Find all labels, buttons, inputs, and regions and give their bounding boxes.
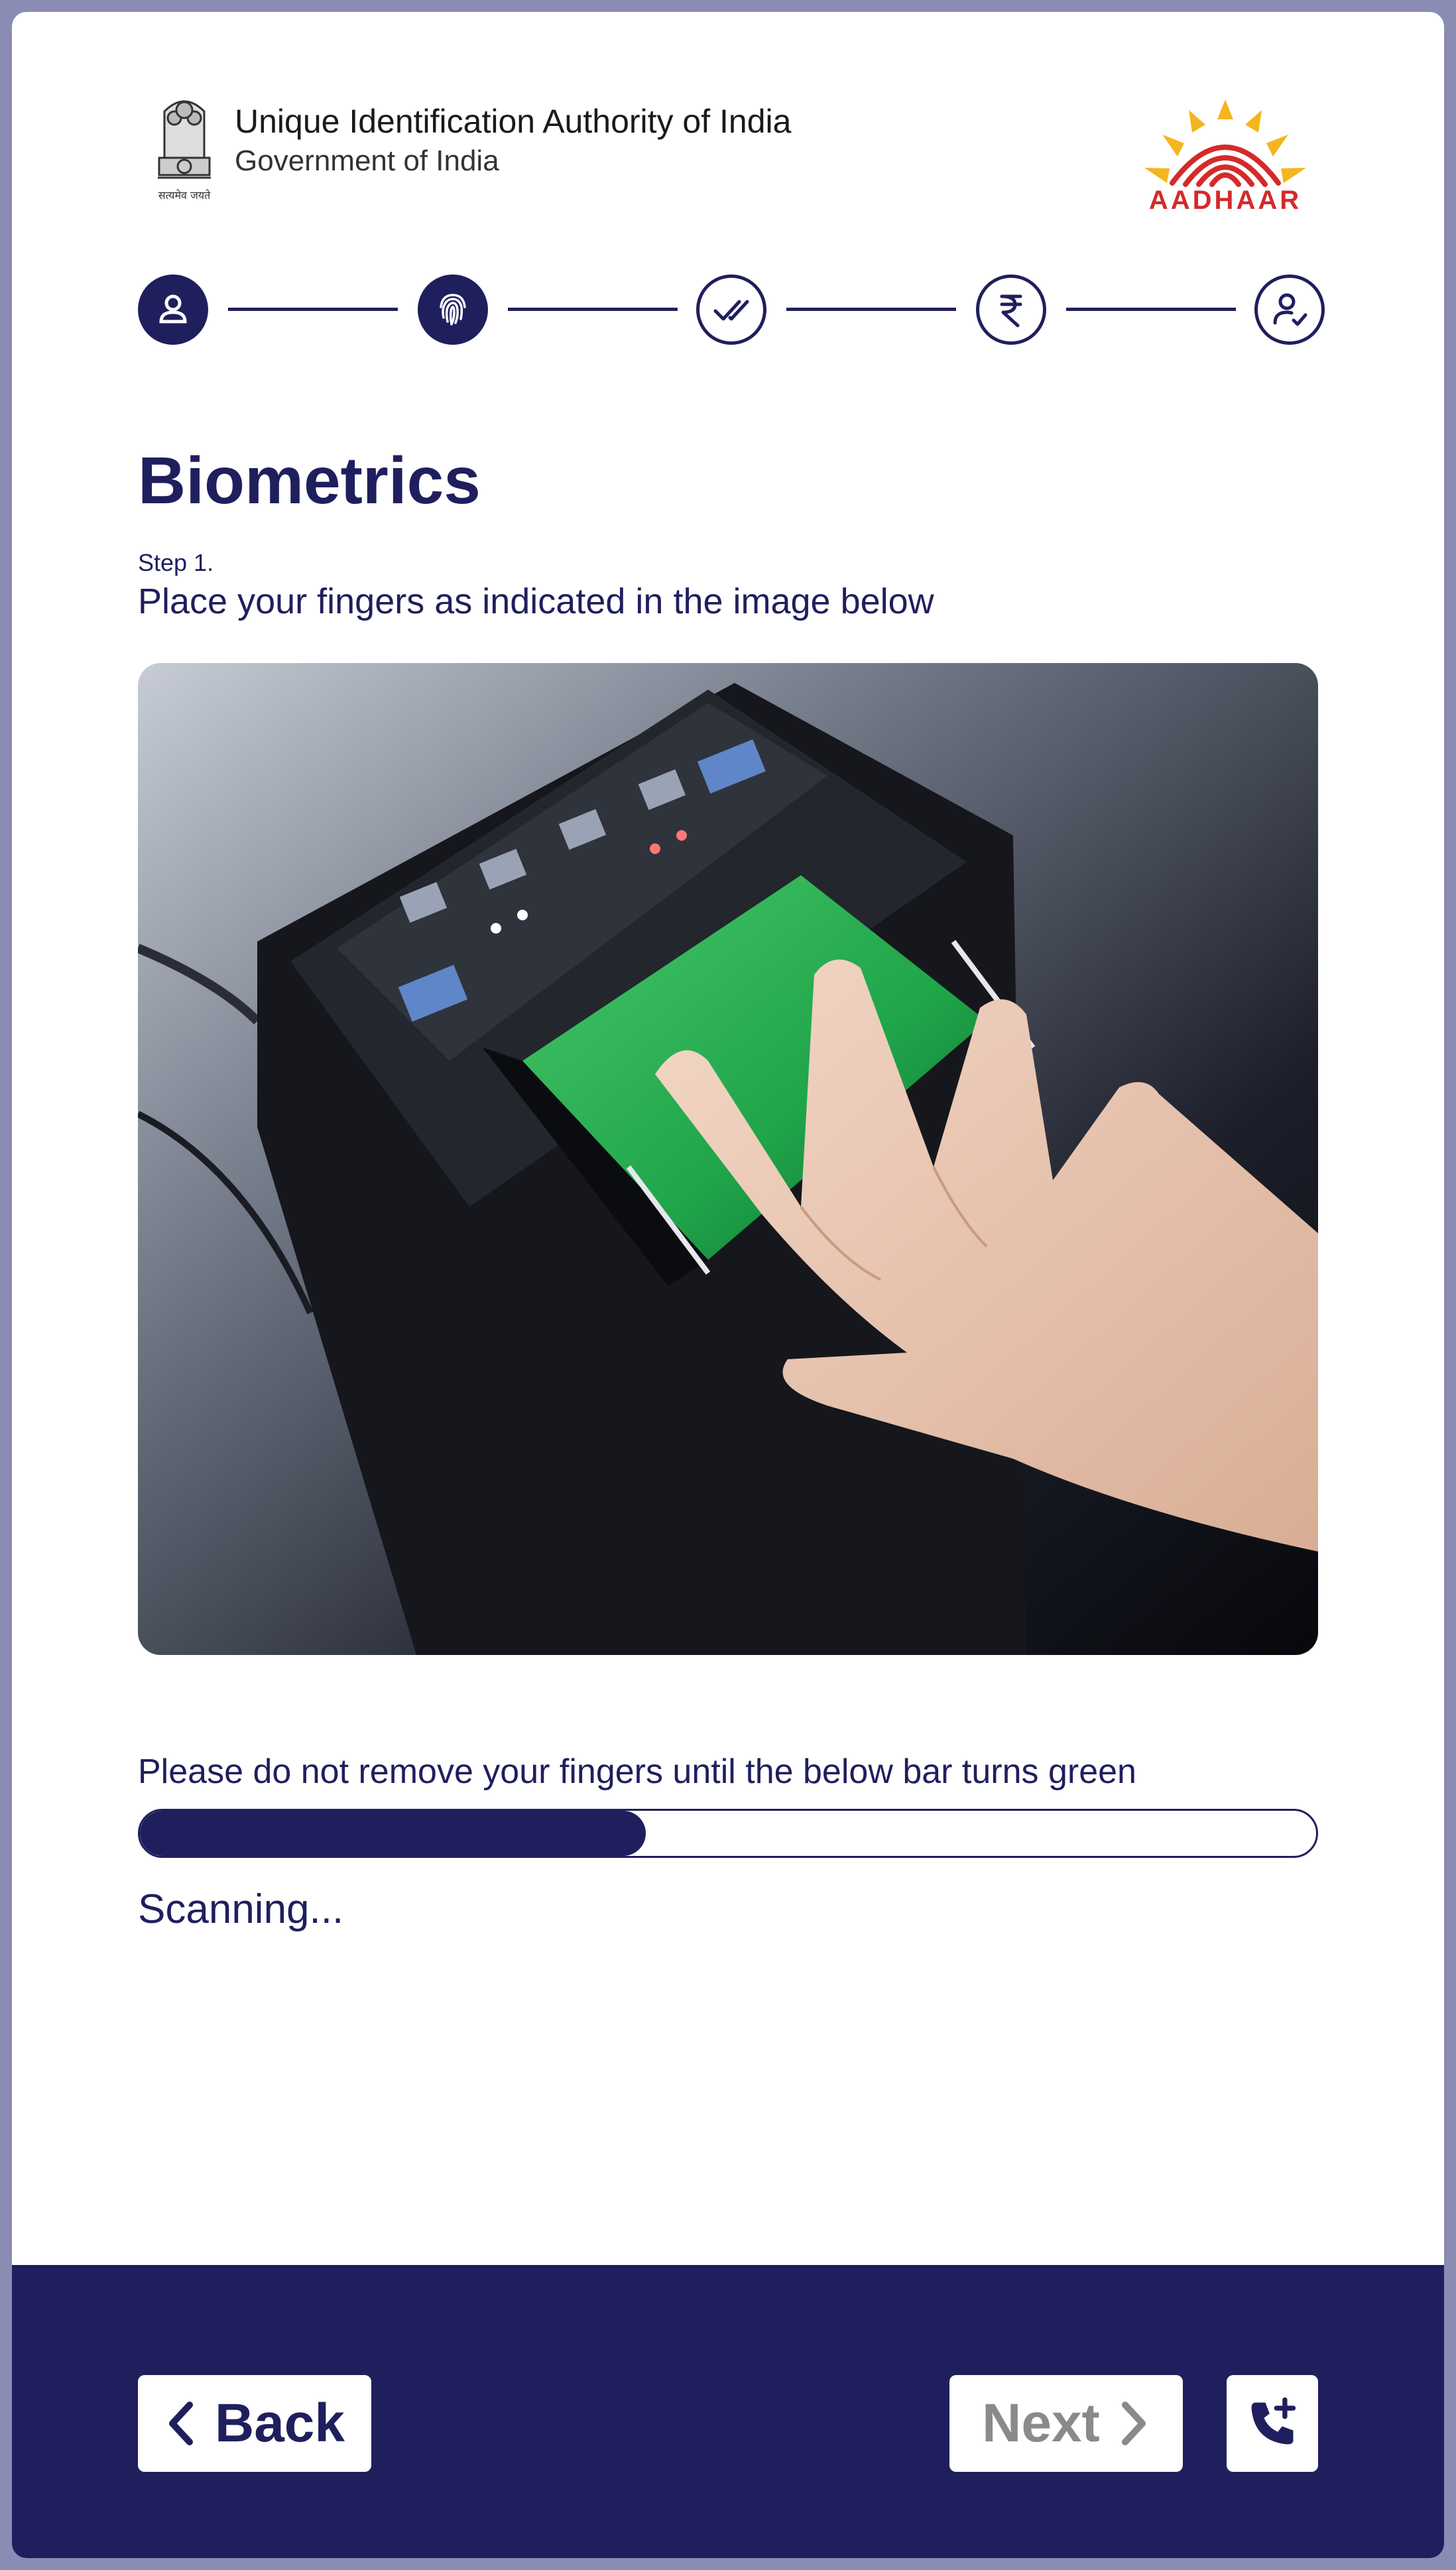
fingerprint-scanner-photo	[138, 663, 1318, 1655]
back-button[interactable]: Back	[138, 2375, 371, 2472]
step-connector	[228, 308, 398, 311]
step-description: Place your fingers as indicated in the i…	[138, 581, 934, 621]
org-subtitle: Government of India	[235, 145, 499, 177]
person-icon	[159, 294, 187, 324]
step-biometrics	[418, 275, 488, 345]
step-confirmation	[1254, 275, 1325, 345]
step-personal-details	[138, 275, 208, 345]
scan-progress-bar	[138, 1809, 1318, 1858]
svg-text:सत्यमेव जयते: सत्यमेव जयते	[158, 189, 211, 202]
aadhaar-logo-text: AADHAAR	[1148, 186, 1302, 215]
chevron-right-icon	[1121, 2402, 1146, 2445]
footer-bar: Back Next	[12, 2265, 1444, 2558]
rupee-icon	[1000, 294, 1022, 328]
scan-progress-fill	[140, 1811, 646, 1856]
org-name: Unique Identification Authority of India	[235, 103, 792, 140]
step-connector	[508, 308, 678, 311]
next-button-label: Next	[982, 2393, 1100, 2453]
scan-instruction: Please do not remove your fingers until …	[138, 1752, 1136, 1791]
scan-status: Scanning...	[138, 1886, 344, 1932]
double-check-icon	[713, 300, 749, 321]
national-emblem-icon: सत्यमेव जयते	[158, 100, 211, 202]
chevron-left-icon	[168, 2402, 193, 2445]
call-support-button[interactable]	[1227, 2375, 1318, 2472]
fingerprint-icon	[440, 294, 466, 326]
phone-add-icon	[1251, 2397, 1296, 2445]
user-check-icon	[1273, 293, 1307, 326]
app-frame: सत्यमेव जयते Unique Identification Autho…	[12, 12, 1444, 2558]
step-payment	[976, 275, 1046, 345]
step-review	[696, 275, 766, 345]
step-connector	[786, 308, 956, 311]
step-connector	[1066, 308, 1236, 311]
back-button-label: Back	[214, 2393, 345, 2453]
page-title: Biometrics	[138, 444, 481, 518]
step-label: Step 1.	[138, 549, 214, 576]
next-button[interactable]: Next	[949, 2375, 1183, 2472]
